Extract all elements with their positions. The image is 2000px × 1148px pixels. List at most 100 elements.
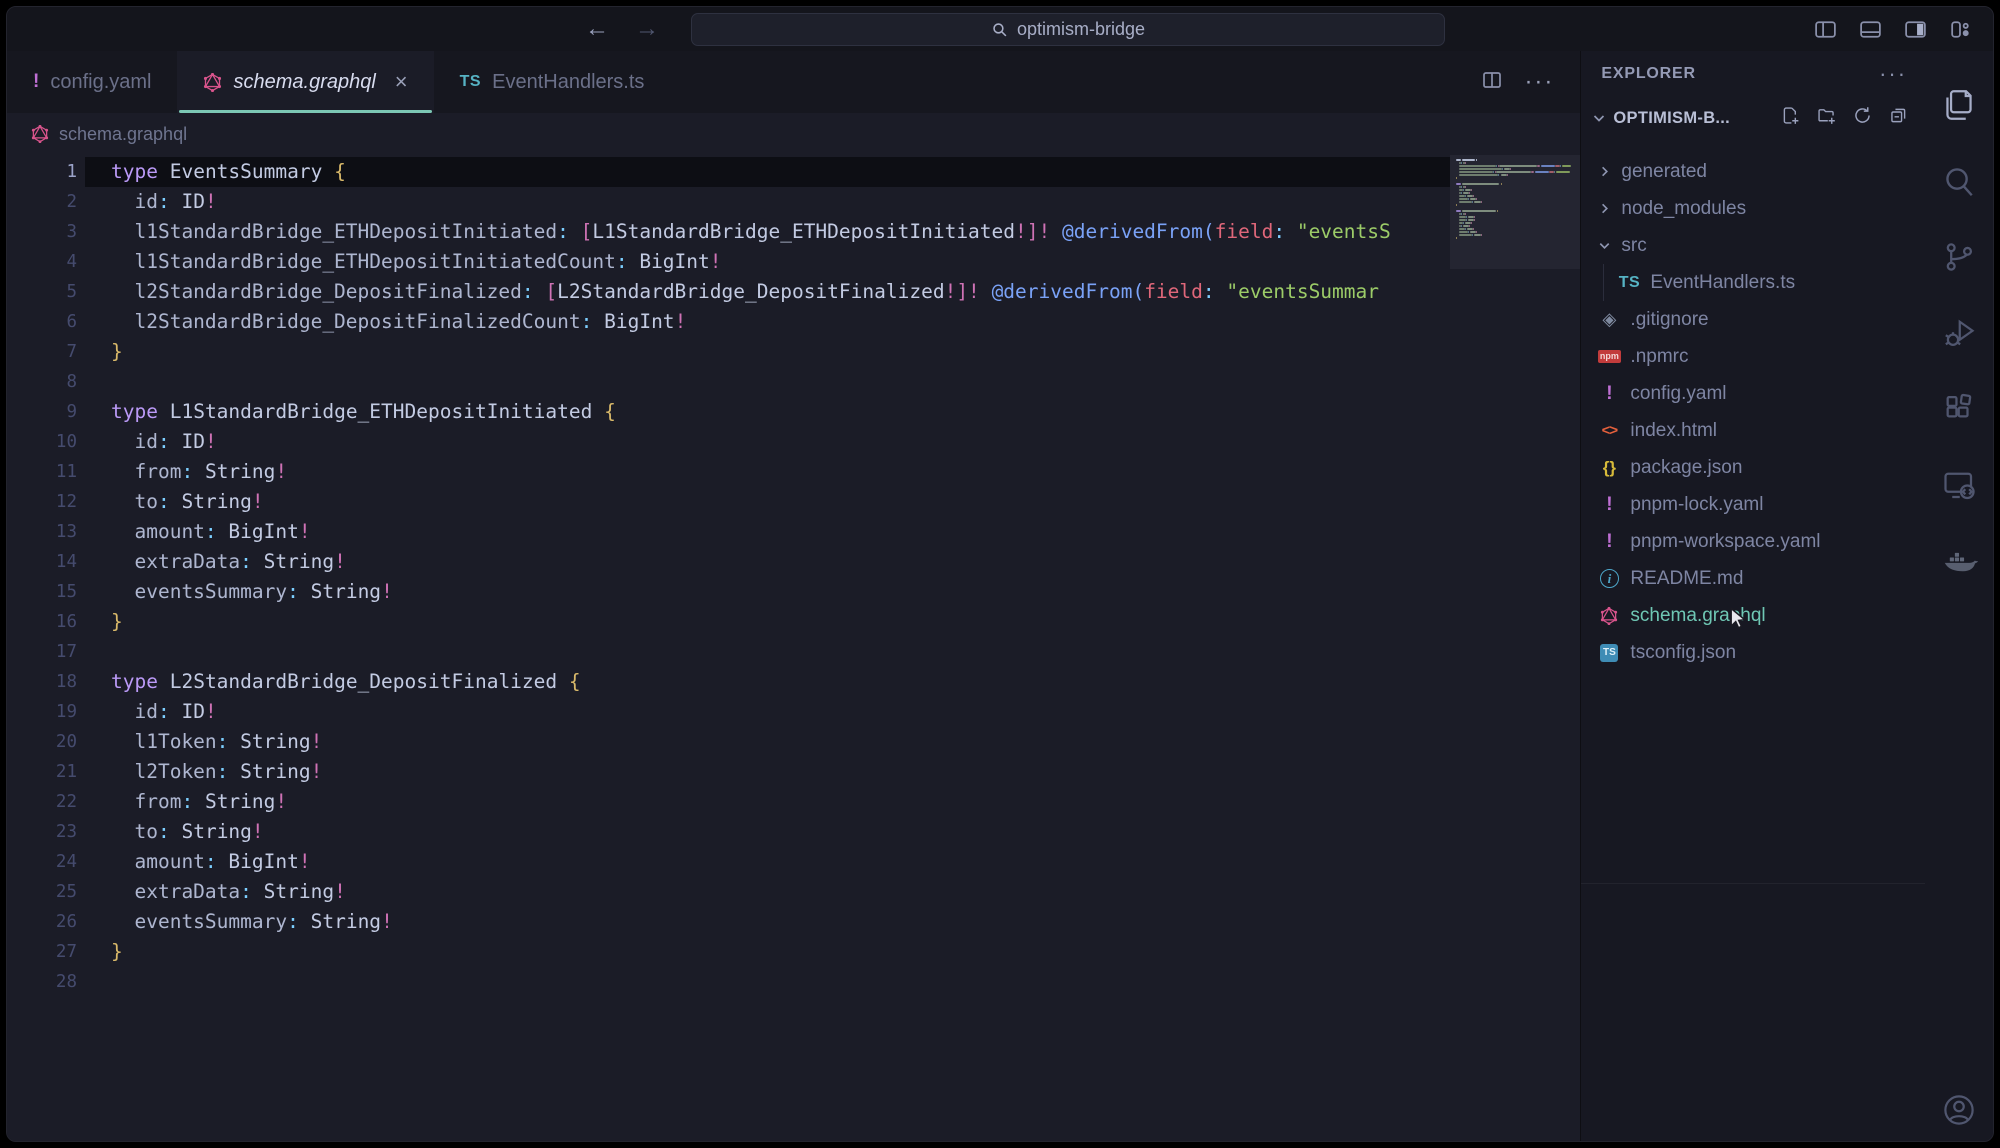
toggle-panel-icon[interactable]	[1858, 17, 1883, 42]
typescript-icon: TS	[1619, 274, 1640, 292]
close-tab-icon[interactable]: ×	[395, 71, 408, 93]
code-line-25[interactable]: 25 extraData: String!	[7, 877, 1450, 907]
file-name: generated	[1621, 161, 1707, 183]
run-debug-view-icon[interactable]	[1925, 295, 1993, 371]
code-line-26[interactable]: 26 eventsSummary: String!	[7, 907, 1450, 937]
tab-config-yaml[interactable]: ! config.yaml	[7, 51, 177, 113]
tree-item-pnpm-workspace-yaml[interactable]: !pnpm-workspace.yaml	[1581, 523, 1925, 560]
docker-view-icon[interactable]	[1925, 523, 1993, 599]
code-line-14[interactable]: 14 extraData: String!	[7, 547, 1450, 577]
line-number: 9	[7, 397, 85, 427]
code-line-6[interactable]: 6 l2StandardBridge_DepositFinalizedCount…	[7, 307, 1450, 337]
tree-item-generated[interactable]: generated	[1581, 153, 1925, 190]
navigate-back-icon[interactable]: ←	[585, 17, 609, 41]
file-name: tsconfig.json	[1630, 642, 1736, 664]
refresh-explorer-icon[interactable]	[1852, 105, 1873, 131]
customize-layout-icon[interactable]	[1948, 17, 1973, 42]
collapse-folders-icon[interactable]	[1888, 105, 1909, 131]
toggle-secondary-sidebar-icon[interactable]	[1903, 17, 1928, 42]
code-text: l1StandardBridge_ETHDepositInitiatedCoun…	[85, 247, 1450, 277]
tree-item-config-yaml[interactable]: !config.yaml	[1581, 375, 1925, 412]
tree-item-src[interactable]: src	[1581, 227, 1925, 264]
code-line-28[interactable]: 28	[7, 967, 1450, 997]
code-text	[85, 367, 1450, 397]
code-text: type L2StandardBridge_DepositFinalized {	[85, 667, 1450, 697]
explorer-view-icon[interactable]	[1925, 67, 1993, 143]
code-line-9[interactable]: 9type L1StandardBridge_ETHDepositInitiat…	[7, 397, 1450, 427]
tree-item-pnpm-lock-yaml[interactable]: !pnpm-lock.yaml	[1581, 486, 1925, 523]
line-number: 6	[7, 307, 85, 337]
code-line-22[interactable]: 22 from: String!	[7, 787, 1450, 817]
chevron-right-icon	[1597, 201, 1612, 216]
code-line-8[interactable]: 8	[7, 367, 1450, 397]
line-number: 24	[7, 847, 85, 877]
line-number: 10	[7, 427, 85, 457]
search-view-icon[interactable]	[1925, 143, 1993, 219]
line-number: 25	[7, 877, 85, 907]
code-line-23[interactable]: 23 to: String!	[7, 817, 1450, 847]
code-line-19[interactable]: 19 id: ID!	[7, 697, 1450, 727]
yaml-icon: !	[33, 71, 39, 93]
new-file-icon[interactable]	[1780, 105, 1801, 131]
tree-item-package-json[interactable]: {}package.json	[1581, 449, 1925, 486]
code-line-15[interactable]: 15 eventsSummary: String!	[7, 577, 1450, 607]
code-line-20[interactable]: 20 l1Token: String!	[7, 727, 1450, 757]
code-line-4[interactable]: 4 l1StandardBridge_ETHDepositInitiatedCo…	[7, 247, 1450, 277]
code-line-5[interactable]: 5 l2StandardBridge_DepositFinalized: [L2…	[7, 277, 1450, 307]
account-icon[interactable]	[1925, 1091, 1993, 1129]
line-number: 20	[7, 727, 85, 757]
code-line-13[interactable]: 13 amount: BigInt!	[7, 517, 1450, 547]
code-line-2[interactable]: 2 id: ID!	[7, 187, 1450, 217]
tree-item-tsconfig-json[interactable]: TStsconfig.json	[1581, 634, 1925, 671]
vscode-window: ← → optimism-bridge	[6, 6, 1994, 1142]
tree-item-eventhandlers-ts[interactable]: TSEventHandlers.ts	[1581, 264, 1925, 301]
breadcrumb[interactable]: schema.graphql	[7, 113, 1580, 155]
source-control-view-icon[interactable]	[1925, 219, 1993, 295]
code-text: to: String!	[85, 487, 1450, 517]
search-icon	[991, 21, 1008, 38]
code-text: l2StandardBridge_DepositFinalized: [L2St…	[85, 277, 1450, 307]
workspace-root-item[interactable]: OPTIMISM-B...	[1581, 97, 1925, 139]
code-text: id: ID!	[85, 427, 1450, 457]
code-line-24[interactable]: 24 amount: BigInt!	[7, 847, 1450, 877]
command-center-search[interactable]: optimism-bridge	[691, 13, 1445, 46]
tree-item-node-modules[interactable]: node_modules	[1581, 190, 1925, 227]
tree-item-readme-md[interactable]: iREADME.md	[1581, 560, 1925, 597]
code-line-21[interactable]: 21 l2Token: String!	[7, 757, 1450, 787]
code-editor[interactable]: 1type EventsSummary {2 id: ID!3 l1Standa…	[7, 155, 1580, 1142]
code-line-3[interactable]: 3 l1StandardBridge_ETHDepositInitiated: …	[7, 217, 1450, 247]
tree-item-npmrc[interactable]: npm.npmrc	[1581, 338, 1925, 375]
search-value: optimism-bridge	[1017, 19, 1145, 40]
code-line-1[interactable]: 1type EventsSummary {	[7, 157, 1450, 187]
remote-explorer-view-icon[interactable]	[1925, 447, 1993, 523]
file-name: config.yaml	[1630, 383, 1726, 405]
activity-bar	[1925, 51, 1993, 1142]
tab-eventhandlers-ts[interactable]: TS EventHandlers.ts	[434, 51, 671, 113]
indent-guide	[1603, 264, 1604, 301]
tree-item-index-html[interactable]: <>index.html	[1581, 412, 1925, 449]
code-line-12[interactable]: 12 to: String!	[7, 487, 1450, 517]
tab-label: schema.graphql	[233, 71, 375, 94]
file-name: pnpm-workspace.yaml	[1630, 531, 1820, 553]
split-editor-icon[interactable]	[1480, 68, 1504, 97]
minimap[interactable]	[1450, 155, 1580, 1142]
new-folder-icon[interactable]	[1816, 105, 1837, 131]
code-line-27[interactable]: 27}	[7, 937, 1450, 967]
extensions-view-icon[interactable]	[1925, 371, 1993, 447]
code-line-16[interactable]: 16}	[7, 607, 1450, 637]
code-text: amount: BigInt!	[85, 517, 1450, 547]
code-line-11[interactable]: 11 from: String!	[7, 457, 1450, 487]
file-name: src	[1621, 235, 1646, 257]
line-number: 1	[7, 157, 85, 187]
file-name: .npmrc	[1630, 346, 1688, 368]
toggle-primary-sidebar-icon[interactable]	[1813, 17, 1838, 42]
typescript-icon: TS	[460, 73, 481, 91]
code-line-10[interactable]: 10 id: ID!	[7, 427, 1450, 457]
code-line-18[interactable]: 18type L2StandardBridge_DepositFinalized…	[7, 667, 1450, 697]
code-line-7[interactable]: 7}	[7, 337, 1450, 367]
navigate-forward-icon[interactable]: →	[635, 17, 659, 41]
code-line-17[interactable]: 17	[7, 637, 1450, 667]
tree-item-schema-graphql[interactable]: schema.graphql	[1581, 597, 1925, 634]
tab-schema-graphql[interactable]: schema.graphql ×	[177, 51, 433, 113]
tree-item-gitignore[interactable]: ◈.gitignore	[1581, 301, 1925, 338]
